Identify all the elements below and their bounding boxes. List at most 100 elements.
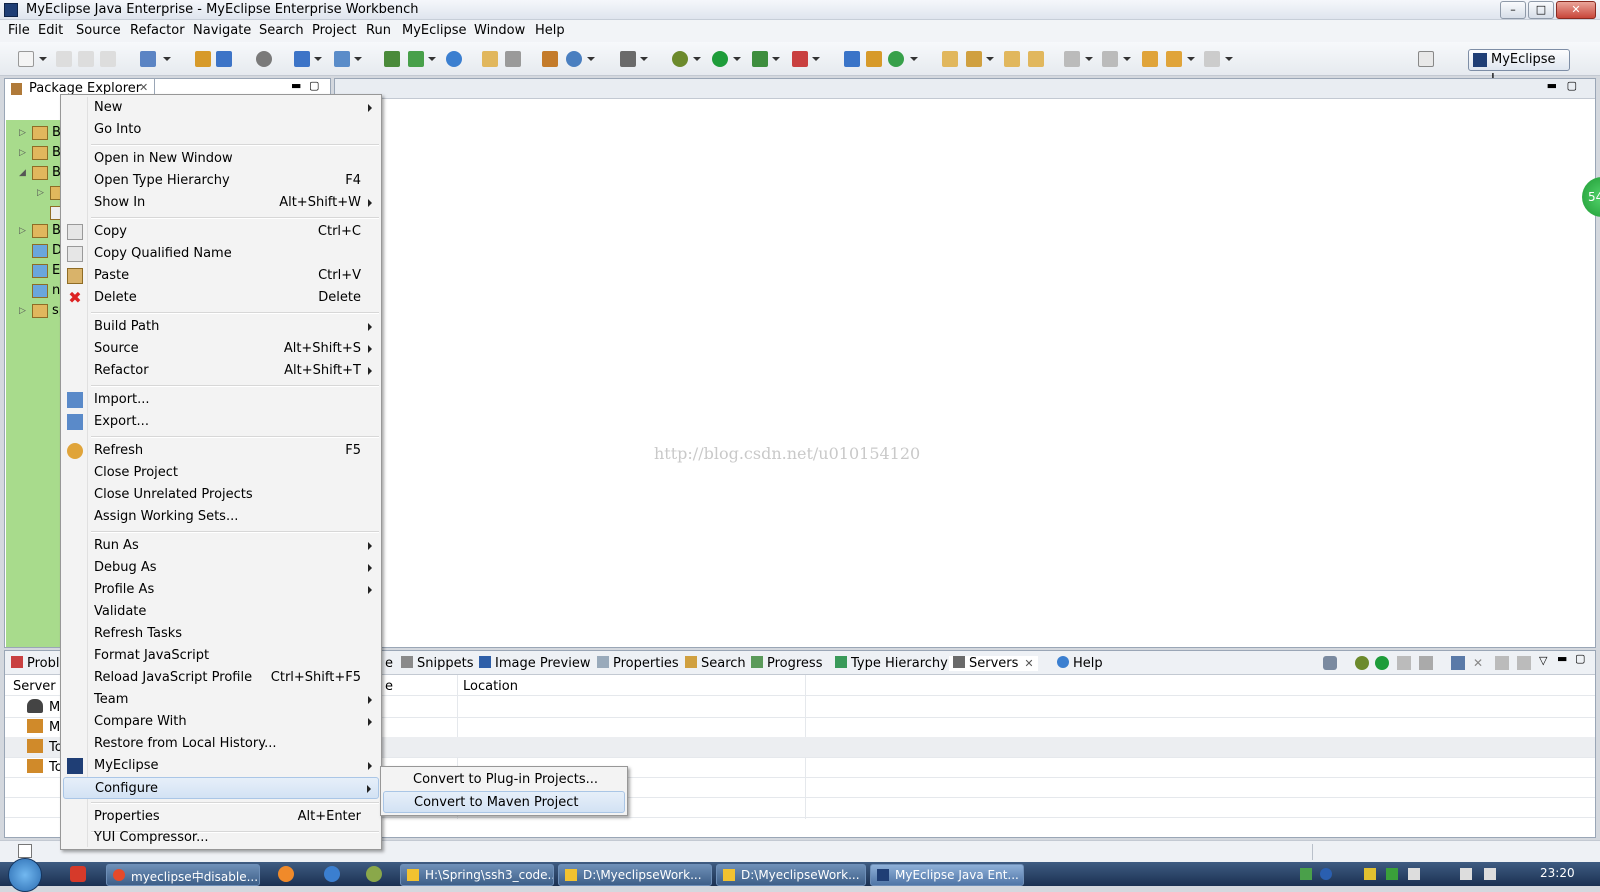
tree-item[interactable]: ▷Bo: [6, 144, 69, 162]
server-row[interactable]: To: [27, 759, 63, 775]
print-icon[interactable]: [100, 51, 116, 67]
run-configuration-dropdown-icon[interactable]: [772, 57, 780, 61]
restart-server-icon[interactable]: [1397, 656, 1411, 670]
run-server-dropdown-icon[interactable]: [428, 57, 436, 61]
save-icon[interactable]: [56, 51, 72, 67]
menu-item-convert-to-plugin-projects[interactable]: Convert to Plug-in Projects...: [383, 769, 625, 791]
new-java-project-icon[interactable]: [844, 51, 860, 67]
menu-refactor[interactable]: Refactor: [130, 23, 185, 38]
tab-snippets[interactable]: Snippets: [401, 656, 473, 671]
maximize-view-icon[interactable]: ▢: [1575, 652, 1585, 665]
globe-dropdown-icon[interactable]: [587, 57, 595, 61]
menu-item-format-javascript[interactable]: Format JavaScript: [63, 645, 379, 667]
tree-item[interactable]: [24, 204, 66, 222]
package-icon[interactable]: [542, 51, 558, 67]
tab-help[interactable]: Help: [1057, 656, 1103, 671]
previous-annotation-icon[interactable]: [1102, 51, 1118, 67]
expand-icon[interactable]: ▷: [19, 148, 26, 158]
wizard-dropdown-icon[interactable]: [354, 57, 362, 61]
menu-item-compare-with[interactable]: Compare With: [63, 711, 379, 733]
external-tools-icon[interactable]: [792, 51, 808, 67]
menu-item-run-as[interactable]: Run As: [63, 535, 379, 557]
new-dropdown-icon[interactable]: [39, 57, 47, 61]
tab-partial[interactable]: e: [385, 656, 393, 671]
open-project-icon[interactable]: [942, 51, 958, 67]
tab-servers[interactable]: Servers ✕: [949, 656, 1038, 671]
wizard-icon[interactable]: [334, 51, 350, 67]
menu-item-paste[interactable]: Paste Ctrl+V: [63, 265, 379, 287]
view-menu-icon[interactable]: ▽: [1539, 654, 1547, 667]
menu-item-myeclipse[interactable]: MyEclipse: [63, 755, 379, 777]
menu-item-yui-compressor[interactable]: YUI Compressor...: [63, 827, 379, 849]
collapse-all-icon[interactable]: [1323, 656, 1337, 670]
volume-icon[interactable]: [1484, 868, 1496, 880]
menu-item-new[interactable]: New: [63, 97, 379, 119]
menu-item-copy[interactable]: Copy Ctrl+C: [63, 221, 379, 243]
pinned-app-icon[interactable]: [70, 866, 86, 882]
folder-icon[interactable]: [1004, 51, 1020, 67]
menu-edit[interactable]: Edit: [38, 23, 63, 38]
menu-item-debug-as[interactable]: Debug As: [63, 557, 379, 579]
back-icon[interactable]: [1166, 51, 1182, 67]
external-tools-dropdown-icon[interactable]: [812, 57, 820, 61]
web-service-icon[interactable]: [294, 51, 310, 67]
menu-item-go-into[interactable]: Go Into: [63, 119, 379, 141]
tree-item[interactable]: Ex: [6, 262, 68, 280]
tree-item[interactable]: ▷Bo: [6, 124, 69, 142]
taskbar-item[interactable]: myeclipse中disable...: [106, 864, 260, 886]
new-class-icon[interactable]: [888, 51, 904, 67]
browser-icon[interactable]: [446, 51, 462, 67]
column-header-server[interactable]: Server: [13, 679, 56, 699]
fast-view-icon[interactable]: [18, 844, 32, 858]
menu-item-profile-as[interactable]: Profile As: [63, 579, 379, 601]
close-tab-icon[interactable]: ✕: [139, 81, 148, 94]
menu-navigate[interactable]: Navigate: [193, 23, 251, 38]
tray-icon[interactable]: [1408, 868, 1420, 880]
menu-item-team[interactable]: Team: [63, 689, 379, 711]
menu-item-assign-working-sets[interactable]: Assign Working Sets...: [63, 506, 379, 528]
tab-image-preview[interactable]: Image Preview: [479, 656, 590, 671]
tree-item[interactable]: ▷Bo: [6, 222, 69, 240]
menu-item-refactor[interactable]: Refactor Alt+Shift+T: [63, 360, 379, 382]
open-server-icon[interactable]: [1517, 656, 1531, 670]
tab-properties[interactable]: Properties: [597, 656, 679, 671]
new-class-dropdown-icon[interactable]: [910, 57, 918, 61]
menu-window[interactable]: Window: [474, 23, 525, 38]
close-button[interactable]: ✕: [1556, 1, 1596, 19]
new-icon[interactable]: [18, 51, 34, 67]
taskbar-item[interactable]: H:\Spring\ssh3_code...: [400, 864, 554, 886]
run-icon[interactable]: [712, 51, 728, 67]
new-package-icon[interactable]: [866, 51, 882, 67]
expand-icon[interactable]: ▷: [19, 226, 26, 236]
expand-icon[interactable]: ▷: [19, 306, 26, 316]
minimize-view-icon[interactable]: ▬: [1557, 652, 1567, 665]
tab-progress[interactable]: Progress: [751, 656, 822, 671]
minimize-view-icon[interactable]: ▬: [291, 79, 301, 92]
menu-item-import[interactable]: Import...: [63, 389, 379, 411]
maximize-view-icon[interactable]: ▢: [309, 79, 319, 92]
debug-server-icon[interactable]: [1355, 656, 1369, 670]
save-all-icon[interactable]: [78, 51, 94, 67]
ie-icon[interactable]: [324, 866, 340, 882]
minimize-editor-icon[interactable]: ▬: [1547, 79, 1557, 92]
next-annotation-icon[interactable]: [1064, 51, 1080, 67]
network-icon[interactable]: [1460, 868, 1472, 880]
menu-item-export[interactable]: Export...: [63, 411, 379, 433]
folder-open-icon[interactable]: [1028, 51, 1044, 67]
column-header-location[interactable]: Location: [463, 679, 518, 699]
tab-search[interactable]: Search: [685, 656, 746, 671]
menu-item-validate[interactable]: Validate: [63, 601, 379, 623]
menu-file[interactable]: File: [8, 23, 30, 38]
taskbar-item[interactable]: D:\MyeclipseWork...: [558, 864, 712, 886]
menu-item-delete[interactable]: ✖ Delete Delete: [63, 287, 379, 309]
column-header-state[interactable]: e: [385, 679, 393, 699]
search-icon[interactable]: [256, 51, 272, 67]
minimize-button[interactable]: –: [1500, 1, 1526, 19]
collapse-icon[interactable]: ◢: [19, 168, 26, 178]
menu-item-convert-to-maven-project[interactable]: Convert to Maven Project: [383, 791, 625, 813]
debug-dropdown-icon[interactable]: [693, 57, 701, 61]
remove-icon[interactable]: ✕: [1473, 656, 1483, 670]
tree-item[interactable]: ▷: [24, 184, 66, 202]
menu-item-reload-javascript-profile[interactable]: Reload JavaScript Profile Ctrl+Shift+F5: [63, 667, 379, 689]
menu-item-restore-from-local-history[interactable]: Restore from Local History...: [63, 733, 379, 755]
